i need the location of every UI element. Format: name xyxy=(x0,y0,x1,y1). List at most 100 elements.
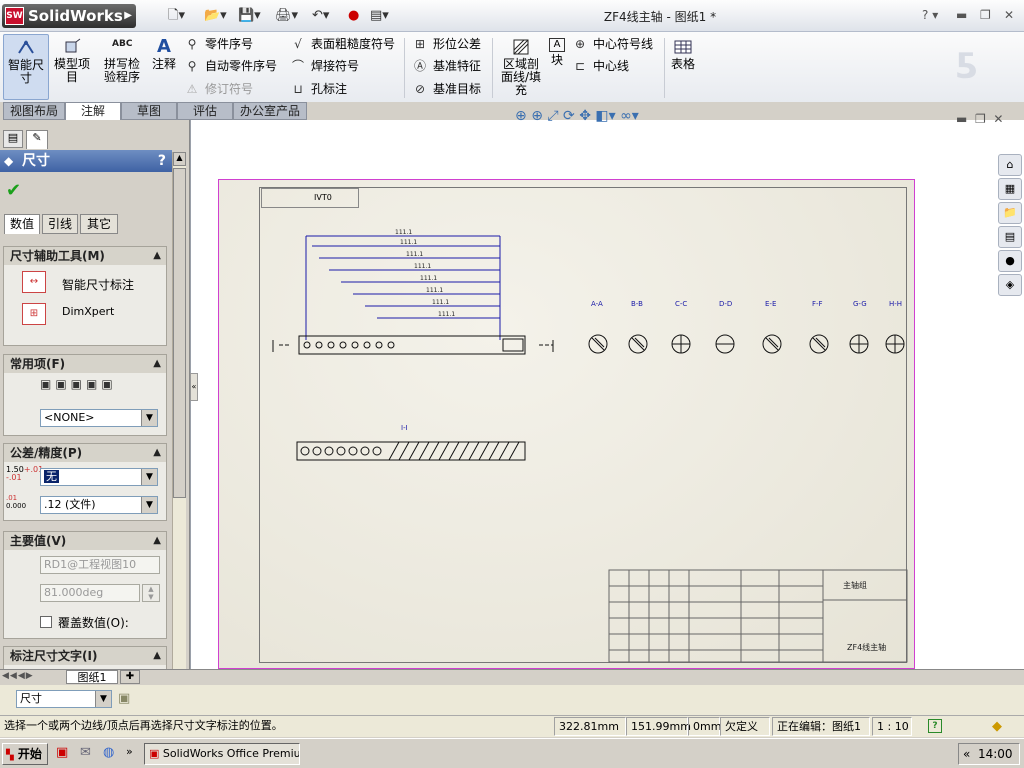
balloon-button[interactable]: ⚲ 零件序号 xyxy=(184,34,253,54)
filter-icon[interactable]: ▣ xyxy=(118,691,130,706)
zoom-in-out-icon[interactable]: ⤢ xyxy=(547,108,558,124)
favorite-select[interactable]: <NONE> ▼ xyxy=(40,409,158,427)
group-header[interactable]: 主要值(V) ▲ xyxy=(4,532,166,550)
zoom-fit-icon[interactable]: ⊕ xyxy=(515,108,527,124)
file-explorer-icon[interactable]: 📁 xyxy=(998,202,1022,224)
status-help-icon[interactable]: ? xyxy=(928,719,942,733)
subtab-other[interactable]: 其它 xyxy=(80,214,118,234)
spell-check-button[interactable]: ABC 拼写检验程序 xyxy=(100,34,144,100)
group-header[interactable]: 尺寸辅助工具(M) ▲ xyxy=(4,247,166,265)
hide-show-icon[interactable]: ∞▾ xyxy=(620,108,639,124)
appearance-icon[interactable]: ● xyxy=(998,250,1022,272)
precision-select[interactable]: .12 (文件) ▼ xyxy=(40,496,158,514)
dim-label[interactable]: 111.1 xyxy=(420,275,437,282)
quicklaunch-sw-icon[interactable]: ▣ xyxy=(56,745,68,760)
dim-label[interactable]: 111.1 xyxy=(406,251,423,258)
subtab-value[interactable]: 数值 xyxy=(4,214,40,234)
spinner-icon[interactable]: ▲ ▼ xyxy=(142,584,160,602)
new-doc-icon[interactable]: 🗋▾ xyxy=(168,6,185,26)
sheet-tab[interactable]: 图纸1 xyxy=(66,670,118,684)
start-button[interactable]: ▚ 开始 xyxy=(2,743,48,765)
section-label[interactable]: H-H xyxy=(889,300,902,308)
tab-office-products[interactable]: 办公室产品 xyxy=(233,102,307,120)
note-button[interactable]: A 注释 xyxy=(150,34,178,100)
panel-splitter-icon[interactable]: « xyxy=(190,373,198,401)
block-button[interactable]: A 块 xyxy=(546,34,568,100)
undo-icon[interactable]: ↶▾ xyxy=(312,6,329,26)
weld-symbol-button[interactable]: ⌒ 焊接符号 xyxy=(290,56,359,76)
smart-dimension-button[interactable]: 智能尺寸 xyxy=(3,34,49,100)
gfx-minimize-icon[interactable]: ▬ xyxy=(956,112,967,126)
panel-scrollbar[interactable]: ▲ xyxy=(172,152,186,670)
status-tag-icon[interactable]: ◆ xyxy=(992,717,1002,737)
feature-tree-tab-icon[interactable]: ▤ xyxy=(3,130,23,148)
display-style-icon[interactable]: ◧▾ xyxy=(595,108,615,124)
auto-balloon-button[interactable]: ⚲ 自动零件序号 xyxy=(184,56,277,76)
section-label[interactable]: C-C xyxy=(675,300,687,308)
revision-symbol-button[interactable]: ⚠ 修订符号 xyxy=(184,79,253,99)
tab-evaluate[interactable]: 评估 xyxy=(177,102,233,120)
quicklaunch-ie-icon[interactable]: ◍ xyxy=(103,745,114,760)
geometric-tolerance-button[interactable]: ⊞ 形位公差 xyxy=(412,34,481,54)
tab-sketch[interactable]: 草图 xyxy=(121,102,177,120)
property-manager-tab-icon[interactable]: ✎ xyxy=(26,130,48,149)
pan-icon[interactable]: ✥ xyxy=(579,108,591,124)
restore-icon[interactable]: ❐ xyxy=(980,8,991,22)
home-icon[interactable]: ⌂ xyxy=(998,154,1022,176)
primary-value-field[interactable]: 81.000deg xyxy=(40,584,140,602)
filter-select[interactable]: 尺寸 ▼ xyxy=(16,690,112,708)
dimxpert-icon[interactable]: ⊞ xyxy=(22,303,46,325)
scroll-thumb[interactable] xyxy=(173,168,186,498)
surface-finish-button[interactable]: √ 表面粗糙度符号 xyxy=(290,34,395,54)
print-icon[interactable]: 🖨▾ xyxy=(275,6,298,26)
table-button[interactable]: 表格 xyxy=(670,34,696,100)
design-library-icon[interactable]: ▦ xyxy=(998,178,1022,200)
hole-callout-button[interactable]: ⊔ 孔标注 xyxy=(290,79,347,99)
model-items-button[interactable]: 模型项目 xyxy=(52,34,92,100)
smart-dimension-tool-icon[interactable]: ↔ xyxy=(22,271,46,293)
smart-dimension-tool-label[interactable]: 智能尺寸标注 xyxy=(62,276,134,293)
solidworks-menu[interactable]: SW SolidWorks ▶ xyxy=(2,4,136,28)
scroll-up-icon[interactable]: ▲ xyxy=(173,152,186,166)
detail-label[interactable]: I-I xyxy=(401,424,408,432)
tab-annotation[interactable]: 注解 xyxy=(65,102,121,120)
override-checkbox[interactable] xyxy=(40,616,52,628)
group-header[interactable]: 标注尺寸文字(I) ▲ xyxy=(4,647,166,665)
section-label[interactable]: E-E xyxy=(765,300,776,308)
section-label[interactable]: A-A xyxy=(591,300,603,308)
rotate-icon[interactable]: ⟳ xyxy=(563,108,575,124)
gfx-close-icon[interactable]: ✕ xyxy=(993,112,1003,126)
status-scale[interactable]: 1 : 10 xyxy=(872,717,912,736)
close-icon[interactable]: ✕ xyxy=(1004,8,1014,22)
tab-view-layout[interactable]: 视图布局 xyxy=(3,102,65,120)
section-label[interactable]: G-G xyxy=(853,300,867,308)
custom-properties-icon[interactable]: ◈ xyxy=(998,274,1022,296)
group-header[interactable]: 公差/精度(P) ▲ xyxy=(4,444,166,462)
dim-label[interactable]: 111.1 xyxy=(395,229,412,236)
favorite-tools[interactable]: ▣▣▣▣▣ xyxy=(40,377,117,391)
quicklaunch-more-icon[interactable]: » xyxy=(126,745,133,758)
save-icon[interactable]: 💾▾ xyxy=(238,6,261,26)
subtab-leaders[interactable]: 引线 xyxy=(42,214,78,234)
datum-target-button[interactable]: ⊘ 基准目标 xyxy=(412,79,481,99)
datum-feature-button[interactable]: Ⓐ 基准特征 xyxy=(412,56,481,76)
tray-expand-icon[interactable]: « xyxy=(963,747,970,761)
section-label[interactable]: F-F xyxy=(812,300,823,308)
zoom-area-icon[interactable]: ⊕ xyxy=(531,108,543,124)
shaft-drawing[interactable]: 111.1 111.1 111.1 111.1 111.1 111.1 111.… xyxy=(219,180,916,670)
rebuild-icon[interactable]: ● xyxy=(348,6,359,26)
quicklaunch-desktop-icon[interactable]: ✉ xyxy=(80,745,91,760)
minimize-icon[interactable]: ▬ xyxy=(956,8,967,22)
tolerance-type-select[interactable]: 无 ▼ xyxy=(40,468,158,486)
view-palette-icon[interactable]: ▤ xyxy=(998,226,1022,248)
dimxpert-label[interactable]: DimXpert xyxy=(62,305,114,318)
add-sheet-icon[interactable]: ✚ xyxy=(120,670,140,684)
primary-name-field[interactable]: RD1@工程视图10 xyxy=(40,556,160,574)
options-icon[interactable]: ▤▾ xyxy=(370,6,389,26)
ok-check-icon[interactable]: ✔ xyxy=(6,180,21,201)
dim-label[interactable]: 111.1 xyxy=(426,287,443,294)
area-hatch-button[interactable]: 区域剖面线/填充 xyxy=(500,34,542,100)
gfx-restore-icon[interactable]: ❐ xyxy=(975,112,986,126)
section-label[interactable]: D-D xyxy=(719,300,732,308)
open-doc-icon[interactable]: 📂▾ xyxy=(204,6,227,26)
